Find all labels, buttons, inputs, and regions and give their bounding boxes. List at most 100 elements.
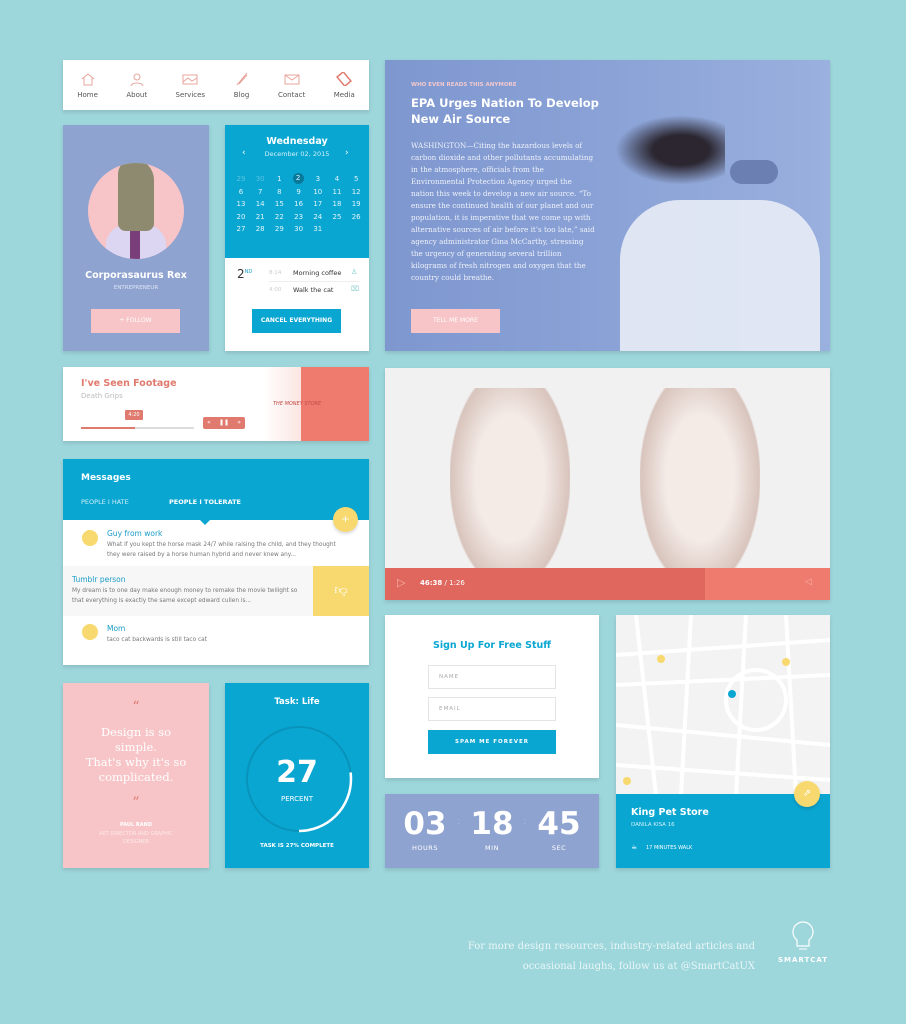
calendar-card: Wednesday December 02, 2015 ‹ › 29 30 1 2 3 4… (225, 125, 369, 351)
map-pin (782, 658, 790, 666)
calendar-day[interactable]: 3 (308, 175, 328, 183)
calendar-day[interactable]: 16 (289, 200, 309, 208)
nav-item-blog[interactable]: Blog (234, 72, 250, 99)
email-field[interactable]: EMAIL (428, 697, 556, 721)
calendar-day[interactable]: 28 (250, 225, 270, 233)
list-item[interactable]: Guy from work What if you kept the horse… (63, 520, 369, 566)
follow-button[interactable]: + FOLLOW (91, 309, 180, 333)
close-quote-icon: ” (132, 795, 140, 811)
pause-icon[interactable]: ❚❚ (219, 417, 229, 429)
article-title: EPA Urges Nation To Develop New Air Sourc… (411, 96, 599, 126)
nav-item-media[interactable]: Media (334, 71, 355, 99)
next-month-icon[interactable]: › (345, 148, 349, 158)
film-icon (336, 71, 353, 86)
bell-icon[interactable]: ♙ (351, 268, 357, 276)
calendar-day[interactable]: 27 (231, 225, 251, 233)
nav-item-services[interactable]: Services (175, 72, 206, 99)
calendar-header: Wednesday December 02, 2015 ‹ › 29 30 1 2 3 4… (225, 125, 369, 258)
tab-people-i-hate[interactable]: PEOPLE I HATE (81, 498, 129, 506)
map-view[interactable] (616, 615, 830, 795)
track-artist: Death Grips (81, 392, 123, 400)
event-item[interactable]: 8:14 Morning coffee ♙ (269, 266, 359, 282)
calendar-day[interactable]: 9 (289, 188, 309, 196)
music-player: I've Seen Footage Death Grips 4:20 «❚❚» … (63, 367, 369, 441)
article-body: WASHINGTON—Citing the hazardous levels o… (411, 141, 595, 282)
trash-icon[interactable]: ⌧ (351, 285, 359, 293)
calendar-day[interactable]: 30 (250, 175, 270, 183)
calendar-day[interactable]: 6 (231, 188, 251, 196)
calendar-day[interactable]: 22 (269, 213, 289, 221)
calendar-day[interactable]: 26 (346, 213, 366, 221)
calendar-day[interactable]: 30 (289, 225, 309, 233)
calendar-day[interactable]: 23 (289, 213, 309, 221)
footer-text: For more design resources, industry-rela… (467, 941, 755, 972)
calendar-day[interactable]: 29 (269, 225, 289, 233)
calendar-day[interactable]: 20 (231, 213, 251, 221)
nav-item-home[interactable]: Home (77, 72, 98, 99)
calendar-day[interactable]: 31 (308, 225, 328, 233)
face-sad-image (640, 388, 760, 588)
bathrobe-image (620, 200, 820, 351)
avatar (88, 163, 184, 259)
messages-header: Messages PEOPLE I HATE PEOPLE I TOLERATE (63, 459, 369, 525)
directions-button[interactable]: ⇗ (794, 781, 820, 807)
task-card: Task: Life 27 PERCENT TASK IS 27% COMPLE… (225, 683, 369, 868)
tab-people-i-tolerate[interactable]: PEOPLE I TOLERATE (169, 498, 241, 506)
calendar-day[interactable]: 19 (346, 200, 366, 208)
messages-title: Messages (81, 473, 131, 483)
image-icon (182, 74, 198, 84)
forward-icon[interactable]: » (237, 417, 241, 429)
prev-month-icon[interactable]: ‹ (242, 148, 246, 158)
calendar-day[interactable]: 13 (231, 200, 251, 208)
walk-icon: ☕︎ (631, 843, 638, 851)
nav-item-contact[interactable]: Contact (278, 72, 305, 99)
nav-label: Contact (278, 90, 306, 99)
calendar-day[interactable]: 18 (327, 200, 347, 208)
volume-icon[interactable]: ◁ (805, 577, 812, 587)
calendar-day[interactable]: 25 (327, 213, 347, 221)
calendar-day[interactable]: 8 (269, 188, 289, 196)
calendar-day[interactable]: 29 (231, 175, 251, 183)
dislike-button[interactable]: 👎︎ (313, 566, 369, 616)
calendar-day[interactable]: 17 (308, 200, 328, 208)
spam-me-forever-button[interactable]: SPAM ME FOREVER (428, 730, 556, 754)
calendar-day[interactable]: 11 (327, 188, 347, 196)
calendar-day[interactable]: 5 (346, 175, 366, 183)
list-item[interactable]: Tumblr person My dream is to one day mak… (63, 566, 369, 616)
cancel-everything-button[interactable]: CANCEL EVERYTHING (252, 309, 341, 333)
progress-track[interactable] (81, 427, 194, 429)
play-icon[interactable]: ▷ (397, 576, 405, 589)
calendar-weekday: Wednesday (266, 136, 328, 147)
calendar-day[interactable]: 2 (292, 173, 304, 184)
place-address: DANILA KISA 16 (631, 822, 675, 828)
separator: : (457, 816, 461, 827)
smartcat-logo: SMARTCAT (775, 920, 831, 964)
video-time: 46:38 / 1:26 (420, 579, 465, 587)
nav-label: Services (175, 90, 206, 99)
calendar-day[interactable]: 10 (308, 188, 328, 196)
seconds-label: SEC (551, 844, 567, 852)
video-player: ▷ 46:38 / 1:26 ◁ (385, 368, 830, 600)
calendar-day[interactable]: 12 (346, 188, 366, 196)
minutes-label: MIN (485, 844, 499, 852)
nav-item-about[interactable]: About (126, 72, 147, 99)
calendar-day[interactable]: 4 (327, 175, 347, 183)
calendar-day[interactable]: 7 (250, 188, 270, 196)
time-tooltip: 4:20 (125, 410, 143, 420)
place-name: King Pet Store (631, 807, 709, 818)
name-field[interactable]: NAME (428, 665, 556, 689)
walk-time: 17 MINUTES WALK (646, 845, 693, 851)
calendar-day[interactable]: 21 (250, 213, 270, 221)
event-item[interactable]: 4:00 Walk the cat ⌧ (269, 283, 359, 299)
calendar-day[interactable]: 15 (269, 200, 289, 208)
article-kicker: WHO EVEN READS THIS ANYMORE (411, 82, 517, 88)
list-item[interactable]: Mom taco cat backwards is still taco cat (63, 616, 369, 662)
tell-me-more-button[interactable]: TELL ME MORE (411, 309, 500, 333)
mail-icon (284, 74, 300, 84)
profile-card: Corporasaurus Rex ENTREPRENEUR + FOLLOW (63, 125, 209, 351)
calendar-day[interactable]: 1 (269, 175, 289, 183)
calendar-day[interactable]: 24 (308, 213, 328, 221)
calendar-day[interactable]: 14 (250, 200, 270, 208)
rewind-icon[interactable]: « (207, 417, 211, 429)
video-controls[interactable]: ▷ 46:38 / 1:26 ◁ (385, 568, 830, 600)
